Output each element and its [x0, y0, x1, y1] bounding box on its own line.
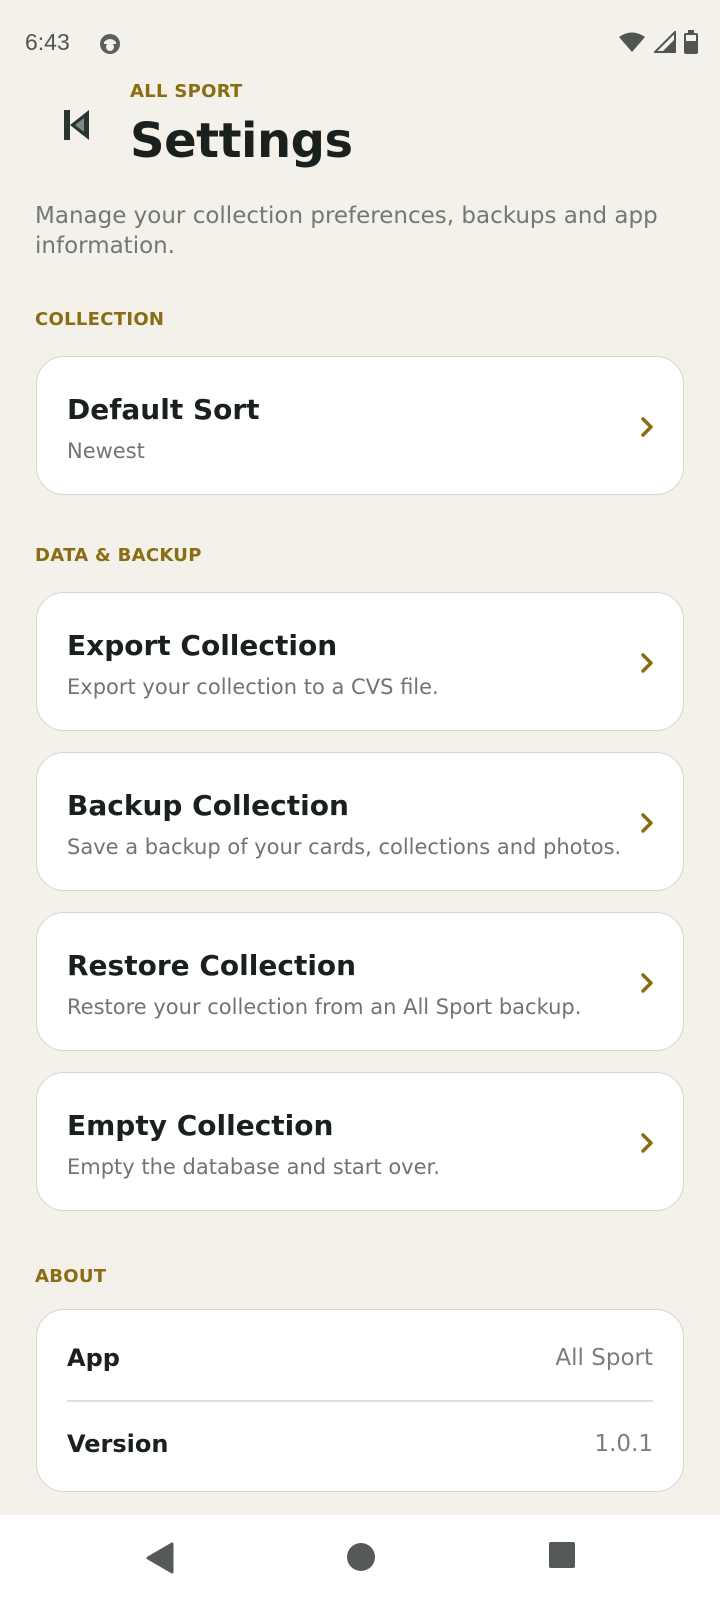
- item-title: Empty Collection: [67, 1109, 334, 1142]
- section-label-collection: COLLECTION: [35, 309, 165, 330]
- nav-recents-button[interactable]: [548, 1541, 576, 1569]
- item-subtitle: Empty the database and start over.: [67, 1155, 440, 1179]
- section-label-data-backup: DATA & BACKUP: [35, 545, 202, 566]
- about-key: App: [67, 1344, 120, 1372]
- about-card: App All Sport Version 1.0.1: [36, 1309, 684, 1492]
- skip-back-icon: [64, 110, 89, 140]
- about-key: Version: [67, 1430, 169, 1458]
- chevron-right-icon: [641, 417, 653, 437]
- page-title: Settings: [130, 113, 353, 169]
- item-title: Export Collection: [67, 629, 338, 662]
- back-button[interactable]: [56, 104, 98, 146]
- export-collection-item[interactable]: Export Collection Export your collection…: [36, 592, 684, 731]
- nav-back-button[interactable]: [145, 1541, 175, 1575]
- item-title: Restore Collection: [67, 949, 357, 982]
- status-bar: 6:43: [0, 0, 720, 84]
- chevron-right-icon: [641, 1133, 653, 1153]
- status-time: 6:43: [25, 29, 70, 55]
- section-label-about: ABOUT: [35, 1266, 107, 1287]
- battery-icon: [684, 30, 698, 54]
- wifi-icon: [619, 32, 645, 52]
- signal-icon: [654, 31, 676, 53]
- about-row-version: Version 1.0.1: [67, 1424, 653, 1464]
- nav-home-button[interactable]: [345, 1541, 377, 1573]
- status-icons: [618, 30, 698, 54]
- item-title: Backup Collection: [67, 789, 349, 822]
- chevron-right-icon: [641, 653, 653, 673]
- restore-collection-item[interactable]: Restore Collection Restore your collecti…: [36, 912, 684, 1051]
- backup-collection-item[interactable]: Backup Collection Save a backup of your …: [36, 752, 684, 891]
- divider: [67, 1400, 653, 1402]
- item-subtitle: Save a backup of your cards, collections…: [67, 835, 622, 859]
- about-value: 1.0.1: [594, 1431, 653, 1457]
- chevron-right-icon: [641, 813, 653, 833]
- chevron-right-icon: [641, 973, 653, 993]
- app-eyebrow: ALL SPORT: [130, 81, 243, 102]
- app-notification-icon: [100, 34, 120, 54]
- item-subtitle: Export your collection to a CVS file.: [67, 675, 439, 699]
- system-nav-bar: [0, 1515, 720, 1600]
- item-subtitle: Restore your collection from an All Spor…: [67, 995, 582, 1019]
- default-sort-item[interactable]: Default Sort Newest: [36, 356, 684, 495]
- item-subtitle: Newest: [67, 439, 145, 463]
- empty-collection-item[interactable]: Empty Collection Empty the database and …: [36, 1072, 684, 1211]
- about-value: All Sport: [555, 1345, 653, 1371]
- item-title: Default Sort: [67, 393, 260, 426]
- about-row-app: App All Sport: [67, 1338, 653, 1378]
- page-description: Manage your collection preferences, back…: [35, 203, 658, 259]
